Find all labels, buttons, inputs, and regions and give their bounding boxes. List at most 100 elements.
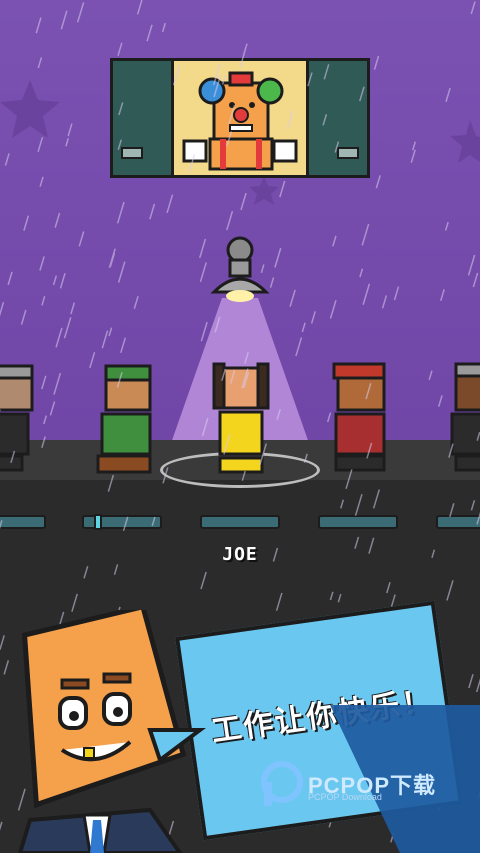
- rain-drop: [439, 289, 445, 302]
- rain-drop: [307, 72, 313, 87]
- rain-drop: [361, 223, 370, 246]
- watermark-logo-icon: [261, 761, 303, 806]
- rain-drop: [366, 442, 373, 459]
- rain-drop: [166, 194, 174, 214]
- rain-drop: [372, 489, 380, 509]
- rain-drop: [117, 139, 122, 151]
- rain-drop: [476, 431, 480, 441]
- rain-drop: [116, 372, 123, 388]
- rain-drop: [107, 474, 115, 492]
- rain-drop: [0, 520, 3, 530]
- rain-drop: [340, 499, 345, 509]
- rain-drop: [337, 593, 342, 603]
- rain-drop: [52, 275, 58, 286]
- rain-drop: [437, 395, 443, 407]
- rain-drop: [108, 327, 113, 337]
- rain-drop: [39, 176, 44, 187]
- rain-drop: [35, 17, 42, 34]
- rain-drop: [226, 131, 233, 147]
- rain-drop: [162, 467, 169, 484]
- rain-drop: [201, 417, 209, 437]
- rain-drop: [113, 564, 119, 575]
- rain-drop: [260, 264, 265, 274]
- rain-drop: [393, 286, 400, 301]
- rain-drop: [221, 75, 226, 85]
- rain-drop: [472, 272, 479, 288]
- rain-drop: [428, 370, 433, 381]
- boss-character: [17, 610, 206, 853]
- rain-drop: [41, 436, 46, 449]
- rain-drop: [373, 55, 380, 70]
- rain-drop: [214, 316, 221, 333]
- rain-drop: [412, 141, 416, 151]
- rain-drop: [54, 212, 61, 228]
- rain-drop: [223, 433, 231, 455]
- rain-drop: [301, 322, 306, 333]
- rain-drop: [326, 412, 332, 423]
- rain-drop: [199, 262, 207, 283]
- rain-drop: [149, 203, 156, 220]
- rain-drop: [470, 500, 476, 511]
- game-screen: JOE 工作让你快乐！ PCPOP下载 PCPOP Download: [0, 0, 480, 853]
- rain-drop: [470, 1, 476, 15]
- rain-drop: [444, 221, 449, 231]
- rain-drop: [118, 102, 124, 116]
- rain-drop: [272, 547, 279, 562]
- rain-drop: [116, 201, 125, 224]
- rain-drop: [259, 443, 267, 466]
- rain-drop: [23, 215, 30, 231]
- rain-drop: [449, 503, 455, 518]
- rain-drop: [136, 0, 143, 15]
- rain-drop: [188, 154, 196, 172]
- rain-drop: [269, 277, 275, 288]
- rain-drop: [241, 470, 246, 481]
- rain-drop: [365, 383, 372, 400]
- rain-drop: [4, 153, 10, 166]
- rain-drop: [410, 149, 416, 163]
- rain-drop: [286, 110, 294, 129]
- rain-drop: [279, 180, 286, 198]
- rain-drop: [200, 571, 207, 590]
- rain-drop: [151, 516, 156, 527]
- rain-drop: [322, 114, 328, 126]
- rain-drop: [117, 42, 123, 56]
- rain-drop: [359, 268, 364, 278]
- rain-drop: [109, 253, 116, 267]
- rain-drop: [468, 673, 474, 689]
- rain-drop: [375, 175, 381, 189]
- rain-drop: [226, 210, 234, 231]
- rain-drop: [37, 136, 44, 153]
- rain-drop: [310, 311, 316, 324]
- rain-drop: [221, 368, 227, 381]
- rain-drop: [368, 537, 375, 554]
- rain-drop: [239, 53, 245, 68]
- rain-drop: [117, 261, 126, 283]
- rain-drop: [39, 256, 45, 271]
- rain-drop: [390, 594, 396, 607]
- rain-drop: [89, 351, 96, 369]
- rain-drop: [70, 302, 76, 315]
- rain-drop: [146, 24, 153, 42]
- rain-drop: [275, 592, 283, 611]
- rain-drop: [78, 231, 85, 247]
- rain-drop: [161, 22, 167, 33]
- rain-drop: [199, 238, 207, 259]
- rain-drop: [386, 581, 391, 594]
- rain-drop: [101, 330, 109, 349]
- rain-drop: [240, 192, 247, 211]
- rain-drop: [133, 296, 139, 309]
- rain-drop: [445, 87, 451, 102]
- rain-drop: [362, 283, 371, 305]
- rain-drop: [55, 327, 63, 348]
- rain-drop: [334, 141, 340, 153]
- rain-drop: [10, 450, 16, 464]
- rain-drop: [323, 64, 330, 80]
- rain-drop: [67, 123, 73, 137]
- rain-drop: [172, 64, 181, 86]
- rain-drop: [41, 375, 47, 390]
- rain-drop: [332, 235, 337, 247]
- rain-drop: [359, 86, 365, 102]
- rain-drop: [53, 372, 62, 395]
- rain-drop: [122, 516, 129, 532]
- rain-drop: [200, 321, 208, 342]
